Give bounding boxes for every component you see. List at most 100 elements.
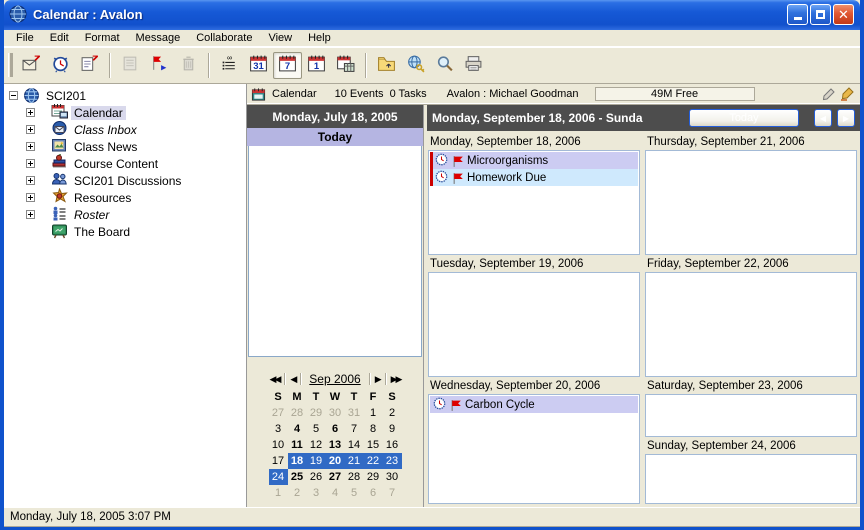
flag-next-unread-button[interactable] [145, 52, 174, 79]
minical-date-cell[interactable]: 14 [345, 437, 364, 453]
day-cell[interactable]: MicroorganismsHomework Due [428, 150, 640, 255]
new-task-button[interactable] [75, 52, 104, 79]
next-month-button[interactable]: ▶ [372, 374, 383, 385]
minical-date-cell[interactable]: 27 [326, 469, 345, 485]
expand-icon[interactable] [26, 176, 35, 185]
sidebar-item-course-content[interactable]: Course Content [26, 155, 246, 172]
signature-pencil-icon[interactable] [840, 87, 854, 101]
previous-week-button[interactable]: ◀ [814, 109, 832, 127]
menu-edit[interactable]: Edit [42, 31, 77, 45]
expand-icon[interactable] [26, 108, 35, 117]
minical-date-cell[interactable]: 2 [288, 485, 307, 501]
minical-date-cell[interactable]: 30 [326, 405, 345, 421]
close-button[interactable]: ✕ [833, 4, 854, 25]
calendar-event[interactable]: Homework Due [430, 169, 638, 186]
minical-date-cell[interactable]: 3 [307, 485, 326, 501]
minical-date-cell[interactable]: 8 [364, 421, 383, 437]
new-reminder-button[interactable] [46, 52, 75, 79]
minical-date-cell[interactable]: 25 [288, 469, 307, 485]
minical-date-cell[interactable]: 10 [269, 437, 288, 453]
minical-date-cell[interactable]: 29 [307, 405, 326, 421]
minical-date-cell[interactable]: 1 [269, 485, 288, 501]
minical-date-cell[interactable]: 21 [345, 453, 364, 469]
multi-week-view-button[interactable] [331, 52, 360, 79]
month-label[interactable]: Sep 2006 [303, 372, 366, 386]
menu-format[interactable]: Format [77, 31, 128, 45]
menu-collaborate[interactable]: Collaborate [188, 31, 260, 45]
minical-date-cell[interactable]: 16 [383, 437, 402, 453]
expand-icon[interactable] [26, 125, 35, 134]
minical-date-cell[interactable]: 31 [345, 405, 364, 421]
parent-folder-button[interactable] [372, 52, 401, 79]
sidebar-item-sci201-discussions[interactable]: SCI201 Discussions [26, 172, 246, 189]
expand-icon[interactable] [26, 159, 35, 168]
prev-month-button[interactable]: ◀ [287, 374, 298, 385]
minical-date-cell[interactable]: 28 [345, 469, 364, 485]
minical-date-cell[interactable]: 29 [364, 469, 383, 485]
day-cell[interactable] [645, 454, 857, 504]
minical-date-cell[interactable]: 3 [269, 421, 288, 437]
menu-message[interactable]: Message [128, 31, 189, 45]
minical-date-cell[interactable]: 13 [326, 437, 345, 453]
sidebar-item-class-news[interactable]: Class News [26, 138, 246, 155]
month-view-button[interactable]: 31 [244, 52, 273, 79]
minical-date-cell[interactable]: 27 [269, 405, 288, 421]
minical-date-cell[interactable]: 11 [288, 437, 307, 453]
menu-file[interactable]: File [8, 31, 42, 45]
expand-icon[interactable] [26, 210, 35, 219]
minical-date-cell[interactable]: 6 [326, 421, 345, 437]
day-cell[interactable] [645, 394, 857, 437]
menu-view[interactable]: View [260, 31, 300, 45]
prev-year-button[interactable]: ◀◀ [267, 374, 283, 385]
expand-icon[interactable] [26, 142, 35, 151]
minical-date-cell[interactable]: 4 [288, 421, 307, 437]
print-button[interactable] [459, 52, 488, 79]
day-cell[interactable] [428, 272, 640, 377]
minical-date-cell[interactable]: 6 [364, 485, 383, 501]
next-year-button[interactable]: ▶▶ [388, 374, 404, 385]
minical-date-cell[interactable]: 4 [326, 485, 345, 501]
minical-date-cell[interactable]: 1 [364, 405, 383, 421]
sidebar-item-calendar[interactable]: Calendar [26, 104, 246, 121]
minical-date-cell[interactable]: 26 [307, 469, 326, 485]
today-banner[interactable]: Today [247, 128, 423, 146]
minical-date-cell[interactable]: 18 [288, 453, 307, 469]
sidebar-item-class-inbox[interactable]: Class Inbox [26, 121, 246, 138]
menu-help[interactable]: Help [300, 31, 339, 45]
minical-date-cell[interactable]: 15 [364, 437, 383, 453]
minical-date-cell[interactable]: 19 [307, 453, 326, 469]
collapse-icon[interactable] [9, 91, 18, 100]
day-cell[interactable]: Carbon Cycle [428, 394, 640, 504]
search-button[interactable] [430, 52, 459, 79]
minical-date-cell[interactable]: 7 [383, 485, 402, 501]
list-view-button[interactable]: ∞ [215, 52, 244, 79]
calendar-event[interactable]: Carbon Cycle [430, 396, 638, 413]
edit-pencil-icon[interactable] [822, 87, 836, 101]
minical-date-cell[interactable]: 17 [269, 453, 288, 469]
tree-root-sci201[interactable]: SCI201 [6, 87, 246, 104]
sidebar-item-resources[interactable]: Resources [26, 189, 246, 206]
minical-date-cell[interactable]: 24 [269, 469, 288, 485]
sidebar-item-the-board[interactable]: The Board [26, 223, 246, 240]
maximize-button[interactable] [810, 4, 831, 25]
new-event-button[interactable] [17, 52, 46, 79]
next-week-button[interactable]: ▶ [837, 109, 855, 127]
minimize-button[interactable] [787, 4, 808, 25]
sidebar-item-roster[interactable]: Roster [26, 206, 246, 223]
toolbar-grip[interactable] [8, 53, 13, 77]
calendar-event[interactable]: Microorganisms [430, 152, 638, 169]
minical-date-cell[interactable]: 12 [307, 437, 326, 453]
minical-date-cell[interactable]: 5 [307, 421, 326, 437]
minical-date-cell[interactable]: 2 [383, 405, 402, 421]
day-events-area[interactable] [248, 146, 422, 357]
minical-date-cell[interactable]: 5 [345, 485, 364, 501]
day-cell[interactable] [645, 272, 857, 377]
week-view-button[interactable]: 7 [273, 52, 302, 79]
minical-date-cell[interactable]: 22 [364, 453, 383, 469]
day-view-button[interactable]: 1 [302, 52, 331, 79]
minical-date-cell[interactable]: 20 [326, 453, 345, 469]
day-cell[interactable] [645, 150, 857, 255]
minical-date-cell[interactable]: 28 [288, 405, 307, 421]
minical-date-cell[interactable]: 7 [345, 421, 364, 437]
expand-icon[interactable] [26, 193, 35, 202]
